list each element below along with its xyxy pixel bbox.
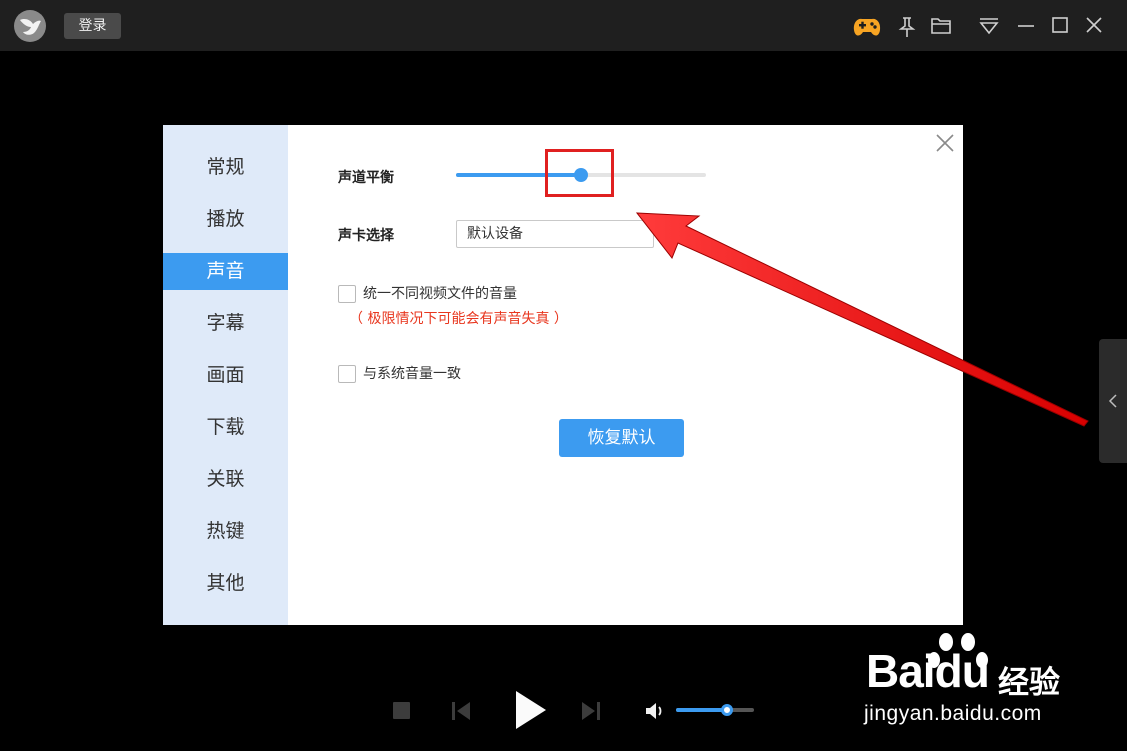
watermark-cn: 经验 [998,665,1060,701]
baidu-jingyan-watermark: Baidu 经验 jingyan.baidu.com [862,628,1122,728]
watermark-brand: Baidu [866,645,990,697]
watermark-url: jingyan.baidu.com [864,702,1042,725]
